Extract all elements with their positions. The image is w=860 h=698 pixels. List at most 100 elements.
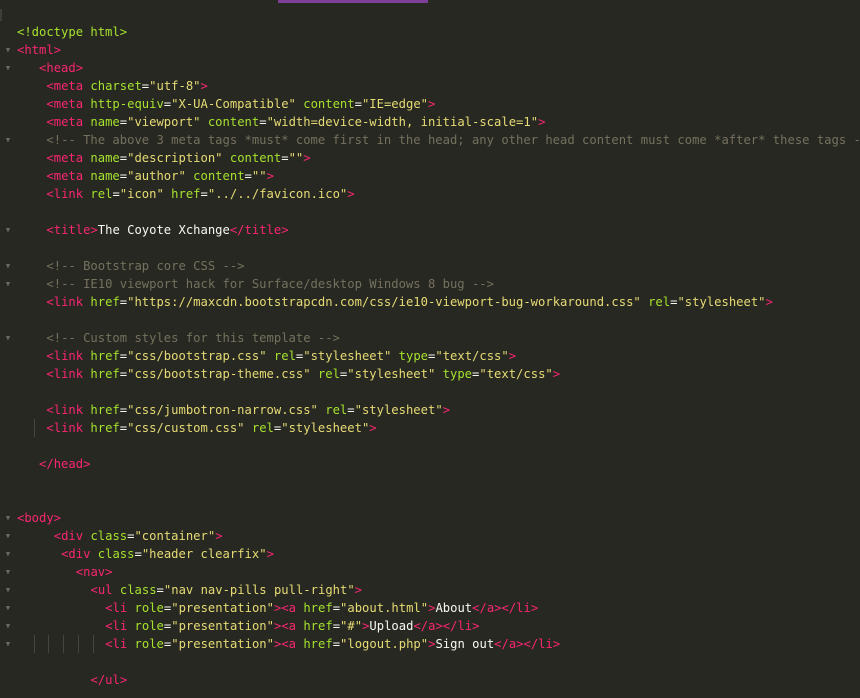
code-line[interactable]: ▼ <head> [0, 59, 860, 77]
tag-token: > [369, 421, 377, 435]
string-token: "width=device-width, initial-scale=1" [266, 115, 539, 129]
tag-token: </a></li> [413, 619, 480, 633]
fold-arrow-icon[interactable]: ▼ [3, 509, 13, 527]
fold-arrow-icon[interactable]: ▼ [3, 563, 13, 581]
code-line[interactable]: ▼ <!-- Bootstrap core CSS --> [0, 257, 860, 275]
attribute-token: class [90, 529, 128, 543]
attribute-token: content [207, 115, 260, 129]
line-code: <link rel="icon" href="../../favicon.ico… [46, 185, 354, 203]
code-line[interactable]: ▼ <!-- Custom styles for this template --… [0, 329, 860, 347]
code-line[interactable]: <link href="css/bootstrap-theme.css" rel… [0, 365, 860, 383]
tag-token: > [215, 529, 223, 543]
code-lines[interactable]: <!doctype html> ▼ <html> ▼ <head> <meta chars… [0, 23, 860, 689]
code-line[interactable]: <link href="css/custom.css" rel="stylesh… [0, 419, 860, 437]
code-line[interactable]: ▼ <body> [0, 509, 860, 527]
code-line[interactable]: <meta name="description" content=""> [0, 149, 860, 167]
code-line[interactable]: ▼ <li role="presentation"><a href="about.… [0, 599, 860, 617]
code-line[interactable]: <meta name="viewport" content="width=dev… [0, 113, 860, 131]
code-line[interactable]: <meta charset="utf-8"> [0, 77, 860, 95]
text-token: = [332, 601, 341, 615]
attribute-token: name [90, 115, 120, 129]
fold-arrow-icon[interactable]: ▼ [3, 59, 13, 77]
fold-arrow-icon[interactable]: ▼ [3, 131, 13, 149]
string-token: "logout.php" [340, 637, 429, 651]
code-line[interactable] [0, 311, 860, 329]
attribute-token: class [97, 547, 135, 561]
code-line[interactable]: ▼ <title>The Coyote Xchange</title> [0, 221, 860, 239]
text-token: = [332, 637, 341, 651]
fold-arrow-icon[interactable]: ▼ [3, 545, 13, 563]
code-line[interactable]: ▼ <div class="container"> [0, 527, 860, 545]
code-line[interactable]: </ul> [0, 671, 860, 689]
attribute-token: name [90, 151, 120, 165]
tag-token: <link [46, 349, 91, 363]
tag-token: <nav> [75, 565, 113, 579]
fold-arrow-icon[interactable]: ▼ [3, 329, 13, 347]
string-token: "presentation" [171, 619, 274, 633]
code-line[interactable] [0, 239, 860, 257]
attribute-token: type [398, 349, 429, 363]
line-code: <meta name="viewport" content="width=dev… [46, 113, 545, 131]
code-line[interactable] [0, 203, 860, 221]
attribute-token: href [303, 637, 333, 651]
code-line[interactable] [0, 437, 860, 455]
code-line[interactable]: <link rel="icon" href="../../favicon.ico… [0, 185, 860, 203]
text-token: = [332, 619, 341, 633]
fold-arrow-icon[interactable]: ▼ [3, 581, 13, 599]
code-line[interactable]: ▼ <html> [0, 41, 860, 59]
code-line[interactable]: <link href = "css/jumbotron-narrow.css" re… [0, 401, 860, 419]
code-line[interactable] [0, 383, 860, 401]
fold-arrow-icon[interactable]: ▼ [3, 527, 13, 545]
line-code: <link href="css/bootstrap-theme.css" rel… [46, 365, 560, 383]
attribute-token: content [303, 97, 355, 111]
line-code: <!-- IE10 viewport hack for Surface/desk… [46, 275, 494, 293]
code-line[interactable]: </head> [0, 455, 860, 473]
fold-arrow-icon[interactable]: ▼ [3, 635, 13, 653]
indent-guide [33, 635, 35, 653]
doctype-token: <!doctype html> [17, 25, 128, 39]
tag-token: <li [105, 637, 135, 651]
attribute-token: class [119, 583, 157, 597]
code-line[interactable]: ▼ <nav> [0, 563, 860, 581]
code-line[interactable]: ▼ <!-- IE10 viewport hack for Surface/des… [0, 275, 860, 293]
text-token: The Coyote Xchange [97, 223, 230, 237]
code-line[interactable]: ▼ <ul class="nav nav-pills pull-right"> [0, 581, 860, 599]
code-line[interactable]: <link href="css/bootstrap.css" rel="styl… [0, 347, 860, 365]
code-editor[interactable]: <!doctype html> ▼ <html> ▼ <head> <meta chars… [0, 0, 860, 698]
code-line[interactable]: <meta http-equiv = "X-UA-Compatible" conte… [0, 95, 860, 113]
code-line[interactable] [0, 473, 860, 491]
fold-arrow-icon[interactable]: ▼ [3, 221, 13, 239]
tag-token: <title> [46, 223, 98, 237]
line-code: <meta http-equiv = "X-UA-Compatible" conte… [46, 95, 435, 113]
code-line[interactable]: <!doctype html> [0, 23, 860, 41]
string-token: "" [288, 151, 304, 165]
line-code: <nav> [76, 563, 113, 581]
code-line[interactable]: ▼ <li role="presentation"><a href="#">Upl… [0, 617, 860, 635]
fold-arrow-icon[interactable]: ▼ [3, 41, 13, 59]
tag-token: > [200, 79, 208, 93]
code-line[interactable] [0, 491, 860, 509]
tag-token: <head> [39, 61, 84, 75]
code-line[interactable]: ▼ <!-- The above 3 meta tags *must* come … [0, 131, 860, 149]
attribute-token: href [171, 187, 201, 201]
tag-token: <body> [17, 511, 62, 525]
fold-arrow-icon[interactable]: ▼ [3, 275, 13, 293]
code-line[interactable] [0, 653, 860, 671]
line-code: <meta name="author" content=""> [46, 167, 274, 185]
tag-token: <ul [90, 583, 120, 597]
tag-token: <meta [46, 97, 91, 111]
attribute-token: rel [325, 403, 348, 417]
text-token: = [347, 403, 355, 417]
code-line[interactable]: <link href="https://maxcdn.bootstrapcdn.… [0, 293, 860, 311]
string-token: "stylesheet" [303, 349, 392, 363]
code-line[interactable]: ▼ <li role="presentation"><a href="logout… [0, 635, 860, 653]
attribute-token: content [229, 151, 282, 165]
string-token: "presentation" [171, 637, 274, 651]
string-token: "presentation" [171, 601, 274, 615]
code-line[interactable]: <meta name="author" content=""> [0, 167, 860, 185]
text-token: = [281, 151, 289, 165]
fold-arrow-icon[interactable]: ▼ [3, 599, 13, 617]
code-line[interactable]: ▼ <div class="header clearfix"> [0, 545, 860, 563]
fold-arrow-icon[interactable]: ▼ [3, 257, 13, 275]
fold-arrow-icon[interactable]: ▼ [3, 617, 13, 635]
